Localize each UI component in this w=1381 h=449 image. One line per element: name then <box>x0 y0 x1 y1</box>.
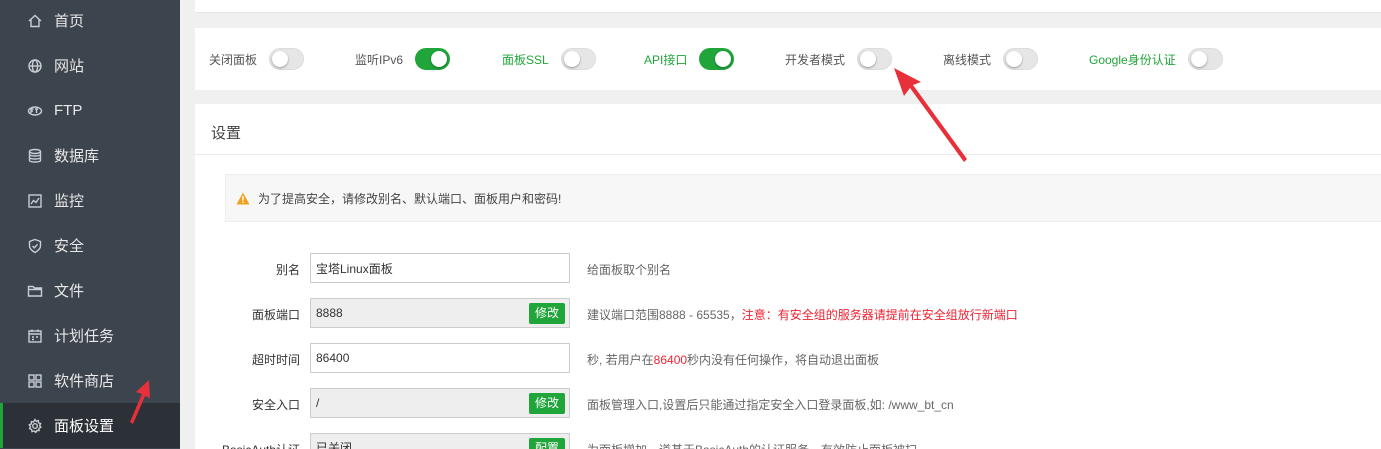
basic-auth-field: 已关闭 配置 <box>310 433 570 449</box>
switch-label: 关闭面板 <box>209 52 258 67</box>
toggle-offline-mode[interactable] <box>1003 48 1039 70</box>
setting-row-port: 面板端口 8888 修改 建议端口范围8888 - 65535，注意：有安全组的… <box>195 298 1381 328</box>
switch-google-auth[interactable]: Google身份认证 <box>1089 48 1223 70</box>
row-label: 别名 <box>275 263 300 277</box>
setting-row-timeout: 超时时间 秒, 若用户在86400秒内没有任何操作，将自动退出面板 <box>195 343 1381 373</box>
basic-auth-value: 已关闭 <box>316 441 353 449</box>
toggle-developer-mode[interactable] <box>857 48 893 70</box>
sidebar-item-database[interactable]: 数据库 <box>0 133 180 178</box>
switch-close-panel[interactable]: 关闭面板 <box>209 48 305 70</box>
setting-row-alias: 别名 给面板取个别名 <box>195 253 1381 283</box>
modify-port-button[interactable]: 修改 <box>528 303 565 324</box>
toggle-ipv6[interactable] <box>415 48 451 70</box>
switch-offline-mode[interactable]: 离线模式 <box>943 48 1039 70</box>
row-hint: 给面板取个别名 <box>587 263 672 277</box>
home-icon <box>27 13 43 29</box>
hint-warning: 注意：有安全组的服务器请提前在安全组放行新端口 <box>741 308 1018 322</box>
setting-row-security-entry: 安全入口 / 修改 面板管理入口,设置后只能通过指定安全入口登录面板,如: /w… <box>195 388 1381 418</box>
globe-icon <box>27 58 43 74</box>
notice-text: 为了提高安全，请修改别名、默认端口、面板用户和密码! <box>258 191 562 206</box>
calendar-icon <box>27 328 43 344</box>
top-panel <box>195 0 1381 13</box>
security-entry-value: / <box>316 396 320 410</box>
sidebar-item-label: 安全 <box>54 238 85 255</box>
toggle-knob <box>1006 51 1023 67</box>
sidebar-item-cron[interactable]: 计划任务 <box>0 313 180 358</box>
folder-icon <box>27 283 43 299</box>
settings-title: 设置 <box>211 125 242 142</box>
alias-input[interactable] <box>310 253 570 283</box>
sidebar-item-label: 网站 <box>54 58 85 75</box>
switch-api[interactable]: API接口 <box>644 48 735 70</box>
modify-entry-button[interactable]: 修改 <box>528 393 565 414</box>
sidebar-item-ftp[interactable]: FTP <box>0 88 180 133</box>
hint-text: 建议端口范围8888 - 65535， <box>587 308 742 322</box>
sidebar-item-label: 首页 <box>54 13 85 30</box>
sidebar-item-monitor[interactable]: 监控 <box>0 178 180 223</box>
toggle-knob <box>272 51 289 67</box>
switch-ipv6[interactable]: 监听IPv6 <box>355 48 451 70</box>
configure-basic-auth-button[interactable]: 配置 <box>528 438 565 449</box>
switch-label: 离线模式 <box>943 52 992 67</box>
sidebar-item-label: 软件商店 <box>54 373 115 390</box>
row-hint: 建议端口范围8888 - 65535，注意：有安全组的服务器请提前在安全组放行新… <box>587 306 1018 323</box>
switch-label: API接口 <box>644 52 688 67</box>
row-label: 面板端口 <box>251 308 300 322</box>
sidebar-item-label: 计划任务 <box>54 328 115 345</box>
sidebar-item-security[interactable]: 安全 <box>0 223 180 268</box>
sidebar-item-label: 面板设置 <box>54 418 115 435</box>
sidebar-item-panel-settings[interactable]: 面板设置 <box>0 403 180 448</box>
switch-developer-mode[interactable]: 开发者模式 <box>785 48 893 70</box>
sidebar-item-website[interactable]: 网站 <box>0 43 180 88</box>
port-field: 8888 修改 <box>310 298 570 328</box>
sidebar: 首页 网站 FTP 数据库 监控 安全 文件 计划任务 软件商店 面板设置 <box>0 0 180 449</box>
row-label: BasicAuth认证 <box>222 441 300 449</box>
sidebar-item-label: 监控 <box>54 193 85 210</box>
toggle-api[interactable] <box>699 48 735 70</box>
toggle-knob <box>860 51 877 67</box>
port-value: 8888 <box>316 306 343 320</box>
ftp-icon <box>27 103 43 119</box>
sidebar-item-home[interactable]: 首页 <box>0 0 180 43</box>
toggle-panel-ssl[interactable] <box>560 48 596 70</box>
toggle-close-panel[interactable] <box>269 48 305 70</box>
row-hint: 为面板增加一道基于BasicAuth的认证服务，有效防止面板被扫 <box>587 441 917 449</box>
sidebar-item-files[interactable]: 文件 <box>0 268 180 313</box>
hint-text: 秒内没有任何操作，将自动退出面板 <box>687 353 880 367</box>
database-icon <box>27 148 43 164</box>
monitor-icon <box>27 193 43 209</box>
setting-row-basic-auth: BasicAuth认证 已关闭 配置 为面板增加一道基于BasicAuth的认证… <box>195 433 1381 449</box>
switch-label: 面板SSL <box>502 52 549 67</box>
hint-highlight: 86400 <box>653 353 688 367</box>
warning-icon <box>236 192 250 205</box>
security-notice: 为了提高安全，请修改别名、默认端口、面板用户和密码! <box>225 174 1381 222</box>
grid-icon <box>27 373 43 389</box>
switch-label: 监听IPv6 <box>355 52 404 67</box>
switch-label: Google身份认证 <box>1089 52 1176 67</box>
toggle-google-auth[interactable] <box>1187 48 1223 70</box>
switch-bar: 关闭面板 监听IPv6 面板SSL API接口 开发者模式 离线模式 Googl… <box>195 28 1381 90</box>
timeout-input[interactable] <box>310 343 570 373</box>
gear-icon <box>27 417 43 434</box>
row-label: 安全入口 <box>251 398 300 412</box>
row-hint: 面板管理入口,设置后只能通过指定安全入口登录面板,如: /www_bt_cn <box>587 398 954 412</box>
security-entry-field: / 修改 <box>310 388 570 418</box>
toggle-knob <box>431 51 448 67</box>
sidebar-item-label: FTP <box>54 102 83 119</box>
sidebar-item-store[interactable]: 软件商店 <box>0 358 180 403</box>
divider <box>195 154 1381 155</box>
shield-icon <box>27 238 43 254</box>
settings-panel: 设置 为了提高安全，请修改别名、默认端口、面板用户和密码! 别名 给面板取个别名… <box>195 104 1381 449</box>
switch-panel-ssl[interactable]: 面板SSL <box>502 48 596 70</box>
toggle-knob <box>715 51 732 67</box>
toggle-knob <box>1190 51 1207 67</box>
toggle-knob <box>563 51 580 67</box>
row-label: 超时时间 <box>251 353 300 367</box>
row-hint: 秒, 若用户在86400秒内没有任何操作，将自动退出面板 <box>587 351 879 368</box>
sidebar-item-label: 数据库 <box>54 148 100 165</box>
switch-label: 开发者模式 <box>785 52 846 67</box>
sidebar-item-label: 文件 <box>54 283 85 300</box>
hint-text: 秒, 若用户在 <box>587 353 654 367</box>
